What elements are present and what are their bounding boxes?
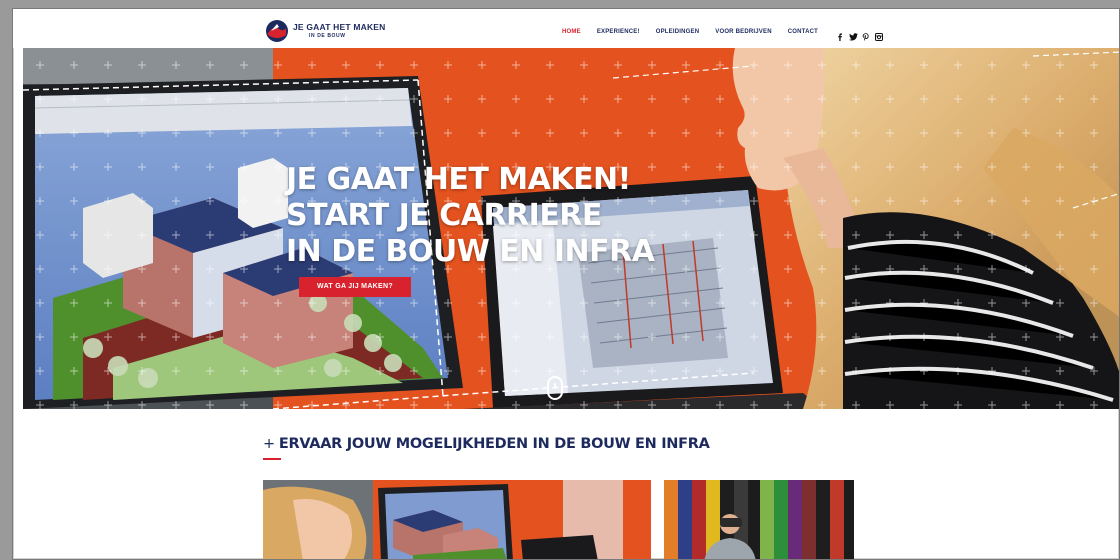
hero-heading: JE GAAT HET MAKEN! START JE CARRIERE IN … [286, 162, 655, 270]
hero-line-3: IN DE BOUW EN INFRA [286, 234, 655, 269]
pinterest-icon[interactable] [862, 28, 870, 41]
browser-viewport: JE GAAT HET MAKEN IN DE BOUW HOME EXPERI… [12, 8, 1120, 560]
section-heading: + ERVAAR JOUW MOGELIJKHEDEN IN DE BOUW EN… [263, 436, 710, 452]
nav-opleidingen[interactable]: OPLEIDINGEN [656, 29, 700, 35]
cta-button[interactable]: WAT GA JIJ MAKEN? [299, 277, 411, 297]
twitter-icon[interactable] [849, 28, 858, 41]
card-1-image [263, 480, 651, 559]
social-links [836, 28, 888, 41]
nav-voor-bedrijven[interactable]: VOOR BEDRIJVEN [715, 29, 771, 35]
nav-contact[interactable]: CONTACT [788, 29, 818, 35]
plus-icon: + [263, 436, 275, 452]
site-logo[interactable]: JE GAAT HET MAKEN IN DE BOUW [265, 19, 385, 43]
nav-experience[interactable]: EXPERIENCE! [597, 29, 640, 35]
section-underline [263, 458, 281, 460]
facebook-icon[interactable] [836, 28, 844, 41]
hero-line-1: JE GAAT HET MAKEN! [286, 162, 631, 197]
site-header: JE GAAT HET MAKEN IN DE BOUW HOME EXPERI… [13, 9, 1119, 48]
logo-mark-icon [266, 20, 288, 42]
main-nav: HOME EXPERIENCE! OPLEIDINGEN VOOR BEDRIJ… [562, 27, 888, 41]
nav-home[interactable]: HOME [562, 29, 581, 35]
experience-card-2[interactable] [664, 480, 854, 559]
instagram-icon[interactable] [875, 28, 884, 41]
section-heading-text: ERVAAR JOUW MOGELIJKHEDEN IN DE BOUW EN … [278, 436, 710, 452]
card-2-image [664, 480, 854, 559]
logo-subtitle: IN DE BOUW [309, 33, 346, 39]
scroll-down-icon[interactable] [547, 376, 563, 400]
logo-title: JE GAAT HET MAKEN [293, 22, 386, 32]
hero-line-2: START JE CARRIERE [286, 198, 602, 233]
hero-banner: JE GAAT HET MAKEN! START JE CARRIERE IN … [23, 48, 1119, 409]
experience-card-1[interactable] [263, 480, 651, 559]
